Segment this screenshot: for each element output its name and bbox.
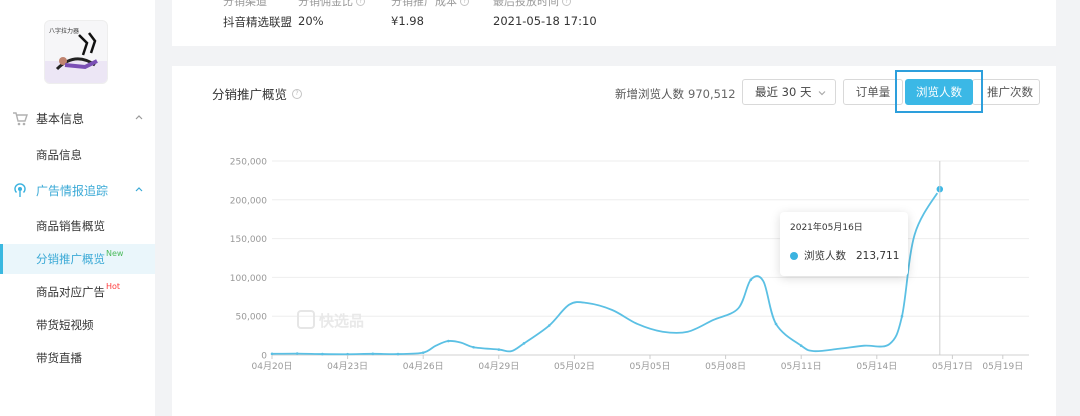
y-tick-label: 200,000 (230, 196, 267, 206)
info-card: 分销渠道 抖音精选联盟 分销佣金比? 20% 分销推广成本? ¥1.98 最后投… (172, 0, 1056, 46)
watermark-text: 快选品 (319, 312, 364, 330)
data-point (547, 324, 551, 327)
info-value: 20% (298, 14, 324, 28)
data-point (799, 344, 803, 347)
sidebar-item-label: 带货直播 (36, 351, 82, 365)
y-tick-label: 50,000 (236, 313, 268, 323)
x-tick-label: 05月05日 (630, 361, 671, 372)
distribution-overview-card: 分销推广概览 ? 新增浏览人数 970,512 最近 30 天 订单量 推广次数 … (172, 66, 1056, 416)
sidebar-item-label: 分销推广概览 (36, 252, 105, 266)
tooltip-series: 浏览人数 (804, 250, 846, 262)
x-tick-label: 04月20日 (252, 361, 293, 372)
x-tick-label: 05月14日 (856, 361, 897, 372)
menu-group-basic-info[interactable]: 基本信息 (0, 106, 155, 130)
visitors-line-chart: 050,000100,000150,000200,000250,000 快选品 … (230, 158, 1029, 372)
chevron-up-icon (135, 115, 143, 120)
info-value: 抖音精选联盟 (223, 15, 292, 29)
x-tick-label: 05月19日 (982, 361, 1023, 372)
hot-badge: Hot (106, 281, 121, 291)
product-caption: 八字拉力器 (49, 28, 80, 35)
sidebar-item-label: 商品销售概览 (36, 219, 105, 233)
broadcast-icon (14, 183, 26, 197)
cart-icon (13, 112, 28, 126)
info-value: 2021-05-18 17:10 (493, 14, 597, 28)
info-value: ¥1.98 (391, 14, 424, 28)
x-tick-label: 05月17日 (932, 361, 973, 372)
sidebar-item-sales-overview[interactable]: 商品销售概览 (0, 211, 155, 241)
chart-tooltip: 2021年05月16日 浏览人数 213,711 (780, 212, 908, 276)
new-badge: New (106, 248, 124, 258)
x-tick-label: 05月11日 (781, 361, 822, 372)
menu-group-ad-tracking[interactable]: 广告情报追踪 (0, 178, 155, 202)
menu-group-label: 基本信息 (36, 111, 85, 126)
data-point (774, 322, 778, 326)
data-point (522, 342, 526, 345)
data-point (900, 314, 904, 318)
help-icon[interactable]: ? (562, 0, 571, 6)
x-tick-label: 04月29日 (478, 361, 519, 372)
y-tick-label: 250,000 (230, 158, 267, 168)
help-icon[interactable]: ? (460, 0, 469, 6)
data-point (321, 352, 324, 356)
data-point (447, 339, 450, 343)
info-label: 最后投放时间 (493, 0, 559, 8)
x-tick-label: 04月26日 (403, 361, 444, 372)
x-tick-label: 04月23日 (327, 361, 368, 372)
x-tick-label: 05月02日 (554, 361, 595, 372)
data-point (472, 345, 475, 349)
help-icon[interactable]: ? (356, 0, 365, 6)
y-tick-label: 100,000 (230, 274, 267, 284)
sidebar-item-label: 商品信息 (36, 148, 82, 162)
data-point (371, 352, 375, 356)
sidebar-item-label: 带货短视频 (36, 318, 94, 332)
y-tick-label: 150,000 (230, 235, 267, 245)
sidebar-item-distribution-overview[interactable]: 分销推广概览 New (0, 244, 155, 274)
sidebar-item-short-videos[interactable]: 带货短视频 (0, 310, 155, 340)
sidebar-item-product-ads[interactable]: 商品对应广告 Hot (0, 277, 155, 307)
product-thumbnail[interactable]: 八字拉力器 (44, 20, 108, 84)
info-label: 分销推广成本 (391, 0, 457, 8)
data-point (396, 352, 400, 356)
x-tick-label: 05月08日 (705, 361, 746, 372)
tooltip-date: 2021年05月16日 (790, 223, 863, 233)
data-point (295, 352, 299, 355)
tooltip-value: 213,711 (856, 249, 900, 262)
info-label: 分销渠道 (223, 0, 267, 8)
data-point (270, 352, 274, 356)
chevron-up-icon (135, 187, 143, 192)
visitors-button[interactable]: 浏览人数 (905, 79, 973, 105)
sidebar-item-live-streams[interactable]: 带货直播 (0, 343, 155, 373)
menu-group-label: 广告情报追踪 (36, 183, 109, 198)
sidebar: 八字拉力器 基本信息 商品信息 广告情报追踪 商品销售概览 分销推广概览 New… (0, 0, 155, 416)
data-point (749, 278, 753, 282)
watermark-logo-icon (297, 310, 315, 329)
y-tick-label: 0 (261, 352, 267, 362)
sidebar-item-product-info[interactable]: 商品信息 (0, 140, 155, 170)
data-point (497, 348, 501, 351)
data-point (421, 351, 425, 354)
sidebar-item-label: 商品对应广告 (36, 285, 105, 299)
info-label: 分销佣金比 (298, 0, 353, 8)
series-dot-icon (790, 251, 798, 260)
